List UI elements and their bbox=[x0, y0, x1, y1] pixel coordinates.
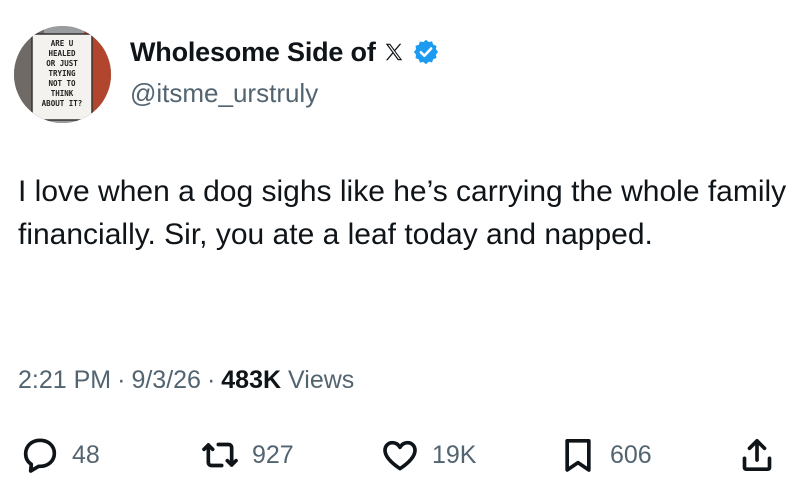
avatar-image: ARE U HEALED OR JUST TRYING NOT TO THINK… bbox=[14, 26, 111, 123]
views-label: Views bbox=[288, 366, 355, 394]
tweet-date[interactable]: 9/3/26 bbox=[131, 366, 201, 395]
author-display-name[interactable]: Wholesome Side of bbox=[130, 37, 376, 68]
reply-button[interactable]: 48 bbox=[20, 430, 100, 480]
svg-text:OR JUST: OR JUST bbox=[46, 59, 78, 68]
meta-separator: · bbox=[117, 366, 126, 394]
bookmark-icon bbox=[558, 435, 598, 475]
bookmark-button[interactable]: 606 bbox=[558, 430, 652, 480]
action-bar: 48 927 19K 606 bbox=[0, 430, 800, 480]
bookmark-count: 606 bbox=[610, 440, 652, 469]
repost-icon bbox=[200, 435, 240, 475]
svg-text:THINK: THINK bbox=[51, 89, 74, 98]
verified-badge-icon bbox=[412, 38, 440, 66]
svg-text:TRYING: TRYING bbox=[48, 69, 76, 78]
author-handle[interactable]: @itsme_urstruly bbox=[130, 78, 318, 109]
like-count: 19K bbox=[432, 440, 477, 469]
repost-count: 927 bbox=[252, 440, 294, 469]
svg-text:HEALED: HEALED bbox=[48, 49, 76, 58]
views-count[interactable]: 483K bbox=[221, 366, 281, 395]
repost-button[interactable]: 927 bbox=[200, 430, 294, 480]
reply-count: 48 bbox=[72, 440, 100, 469]
svg-text:ARE U: ARE U bbox=[51, 39, 74, 48]
reply-icon bbox=[20, 435, 60, 475]
x-logo-icon bbox=[383, 41, 405, 63]
like-icon bbox=[380, 435, 420, 475]
svg-text:NOT TO: NOT TO bbox=[48, 79, 76, 88]
tweet-text: I love when a dog sighs like he’s carryi… bbox=[18, 175, 787, 251]
svg-text:ABOUT IT?: ABOUT IT? bbox=[42, 99, 83, 108]
tweet-time[interactable]: 2:21 PM bbox=[18, 366, 111, 395]
avatar[interactable]: ARE U HEALED OR JUST TRYING NOT TO THINK… bbox=[14, 26, 111, 123]
share-icon bbox=[737, 435, 777, 475]
author-name-row: Wholesome Side of bbox=[130, 32, 440, 72]
tweet-meta: 2:21 PM · 9/3/26 · 483K Views bbox=[18, 366, 354, 395]
like-button[interactable]: 19K bbox=[380, 430, 476, 480]
share-button[interactable] bbox=[737, 430, 777, 480]
meta-separator: · bbox=[206, 366, 216, 394]
